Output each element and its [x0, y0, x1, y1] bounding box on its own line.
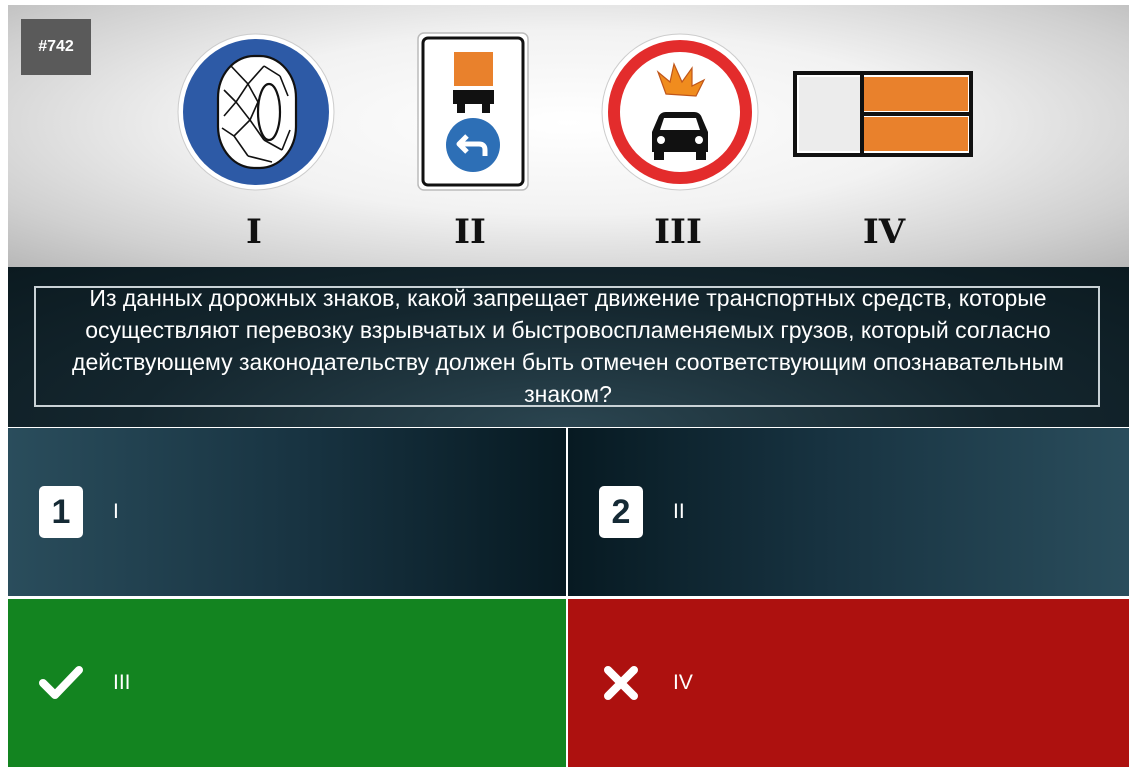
answer-number-badge: 2 — [599, 486, 643, 538]
question-text: Из данных дорожных знаков, какой запреща… — [72, 285, 1064, 407]
answers-grid: 1 I 2 II III IV — [8, 428, 1129, 769]
snow-chains-required-sign-icon — [177, 33, 335, 191]
sign-label-iv: IV — [862, 212, 906, 252]
no-explosive-flammable-cargo-sign-icon — [601, 33, 759, 191]
question-id-badge: #742 — [21, 19, 91, 75]
dangerous-goods-route-direction-sign-icon — [417, 32, 529, 191]
answer-option-1[interactable]: 1 I — [8, 428, 566, 596]
signs-image-panel: #742 I II III IV — [8, 5, 1129, 267]
answer-option-2[interactable]: 2 II — [568, 428, 1129, 596]
sign-label-ii: II — [454, 212, 486, 252]
sign-label-i: I — [246, 212, 262, 252]
answer-option-3-correct[interactable]: III — [8, 599, 566, 767]
answer-number-badge: 1 — [39, 486, 83, 538]
answer-label: I — [113, 500, 119, 523]
cross-icon — [599, 657, 643, 709]
orange-hazard-plate-icon — [793, 71, 973, 157]
answer-label: II — [673, 500, 685, 523]
question-panel: Из данных дорожных знаков, какой запреща… — [8, 267, 1129, 427]
checkmark-icon — [39, 657, 83, 709]
answer-option-4-wrong[interactable]: IV — [568, 599, 1129, 767]
sign-label-iii: III — [654, 212, 702, 252]
answer-label: III — [113, 671, 131, 694]
answer-label: IV — [673, 671, 693, 694]
